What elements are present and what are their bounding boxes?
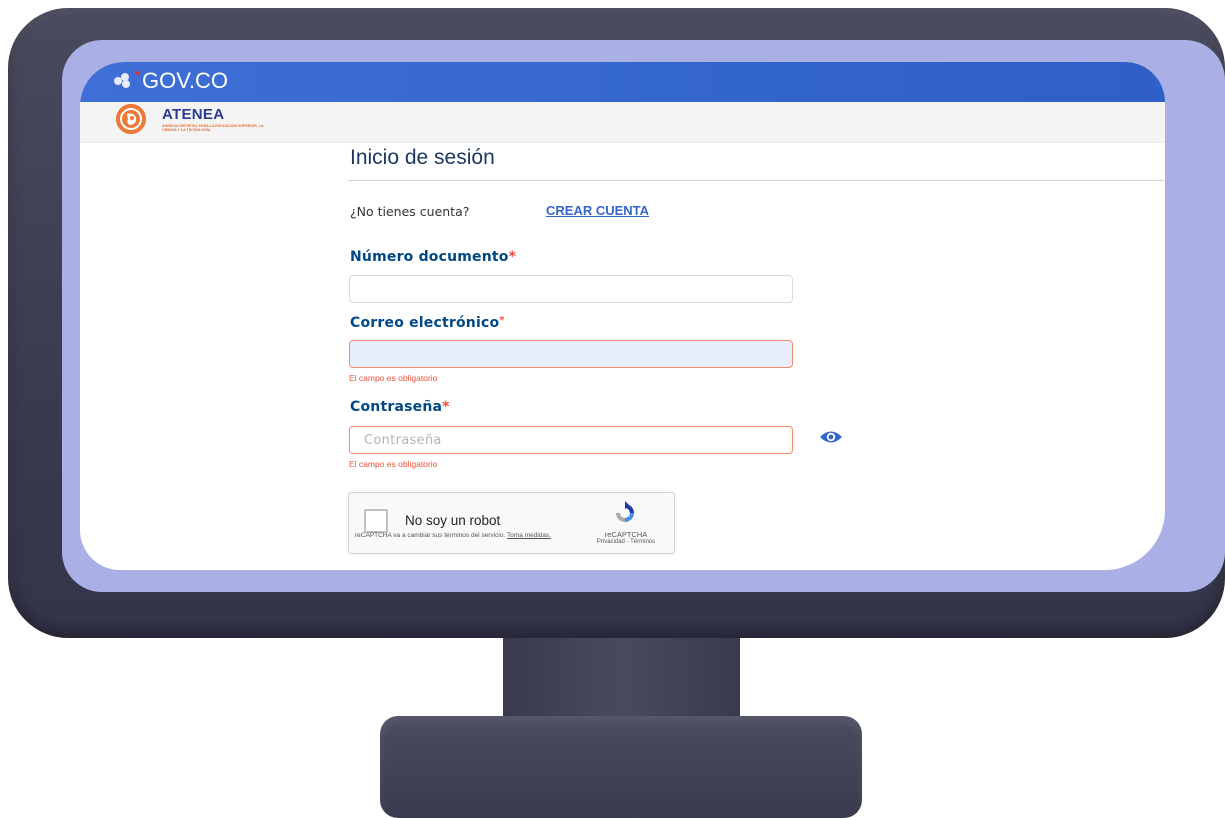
gov-co-header: [80, 62, 1165, 102]
recaptcha-checkbox[interactable]: [364, 509, 388, 533]
recaptcha-brand: reCAPTCHA: [604, 530, 648, 539]
gov-co-logo[interactable]: GOV.CO: [114, 68, 228, 94]
required-mark: *: [442, 399, 450, 415]
password-error-message: El campo es obligatorio: [349, 459, 438, 469]
password-label: Contraseña*: [350, 399, 450, 415]
monitor-stand-neck: [503, 636, 740, 726]
brand-subtitle: AGENCIA DISTRITAL PARA LA EDUCACIÓN SUPE…: [162, 124, 264, 133]
recaptcha-notice: reCAPTCHA va a cambiar sus términos del …: [355, 532, 555, 540]
required-mark: *: [508, 249, 517, 265]
recaptcha-take-action-link[interactable]: Toma medidas.: [507, 532, 551, 539]
recaptcha-logo-icon: [616, 501, 634, 522]
gov-emblem-icon: [114, 73, 132, 89]
gov-red-dot-icon: [136, 71, 140, 75]
gov-co-text: GOV.CO: [142, 68, 228, 93]
document-number-label: Número documento*: [350, 249, 516, 265]
document-number-input[interactable]: [349, 275, 793, 303]
eye-icon[interactable]: [819, 429, 843, 445]
recaptcha-privacy-link[interactable]: Privacidad: [597, 539, 625, 545]
recaptcha-notice-text: reCAPTCHA va a cambiar sus términos del …: [355, 532, 506, 539]
password-label-text: Contraseña: [350, 399, 443, 415]
create-account-link[interactable]: CREAR CUENTA: [546, 203, 649, 218]
atenea-logo-icon[interactable]: [116, 104, 146, 134]
recaptcha-links: Privacidad - Términos: [579, 539, 673, 545]
monitor-stand-base: [380, 716, 862, 818]
email-input[interactable]: [349, 340, 793, 368]
document-number-label-text: Número documento: [350, 249, 509, 265]
monitor-screen: GOV.CO ATENEA AGENCIA DISTRITAL PARA LA …: [80, 62, 1165, 570]
brand-name: ATENEA: [162, 106, 225, 123]
recaptcha-widget: No soy un robot reCAPTCHA va a cambiar s…: [348, 492, 675, 554]
no-account-text: ¿No tienes cuenta?: [350, 204, 470, 219]
recaptcha-terms-link[interactable]: Términos: [630, 539, 655, 545]
email-label-text: Correo electrónico: [350, 315, 500, 331]
required-mark: *: [499, 315, 505, 326]
brand-header: [80, 102, 1165, 143]
password-input[interactable]: [349, 426, 793, 454]
title-divider: [348, 180, 1165, 181]
recaptcha-label: No soy un robot: [405, 513, 501, 528]
email-error-message: El campo es obligatorio: [349, 373, 438, 383]
email-label: Correo electrónico*: [350, 315, 505, 331]
page-title: Inicio de sesión: [350, 146, 495, 169]
